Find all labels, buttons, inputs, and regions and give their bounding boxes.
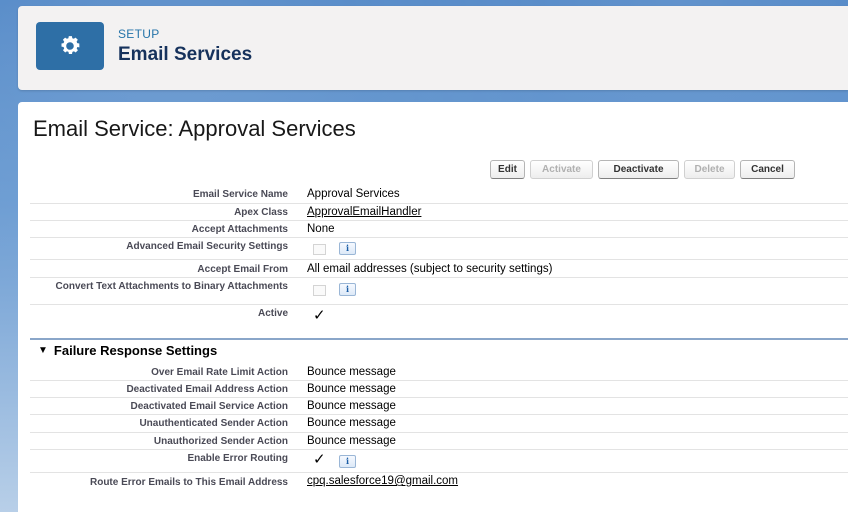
detail-panel: Email Service: Approval Services Edit Ac…: [18, 102, 848, 512]
failure-section-header[interactable]: ▼ Failure Response Settings: [38, 343, 217, 358]
row-unauthorized-sender: Unauthorized Sender Action Bounce messag…: [30, 433, 848, 450]
apex-class-link[interactable]: ApprovalEmailHandler: [307, 206, 421, 218]
route-error-email-link[interactable]: cpq.salesforce19@gmail.com: [307, 475, 458, 487]
row-deactivated-service: Deactivated Email Service Action Bounce …: [30, 398, 848, 415]
setup-label: SETUP: [118, 27, 160, 41]
button-bar: Edit Activate Deactivate Delete Cancel: [490, 160, 795, 179]
row-active: Active ✓: [30, 305, 848, 327]
field-label: Active: [257, 308, 288, 319]
field-value: All email addresses (subject to security…: [307, 263, 553, 275]
field-label: Deactivated Email Address Action: [126, 384, 288, 395]
field-value: Bounce message: [307, 366, 396, 378]
field-label: Unauthenticated Sender Action: [139, 418, 288, 429]
email-services-header-icon: [36, 22, 104, 70]
setup-header: SETUP Email Services: [18, 6, 848, 90]
field-label: Route Error Emails to This Email Address: [89, 477, 288, 488]
field-value: Bounce message: [307, 383, 396, 395]
field-label: Accept Email From: [197, 264, 288, 275]
advanced-security-checkbox: [313, 244, 326, 255]
info-icon[interactable]: i: [339, 455, 356, 468]
row-deactivated-address: Deactivated Email Address Action Bounce …: [30, 381, 848, 398]
field-label: Advanced Email Security Settings: [126, 241, 288, 252]
convert-text-checkbox: [313, 285, 326, 296]
field-label: Convert Text Attachments to Binary Attac…: [55, 281, 288, 292]
field-label: Email Service Name: [192, 189, 288, 200]
row-over-rate-limit: Over Email Rate Limit Action Bounce mess…: [30, 364, 848, 381]
field-value: Bounce message: [307, 435, 396, 447]
delete-button[interactable]: Delete: [684, 160, 735, 179]
deactivate-button[interactable]: Deactivate: [598, 160, 679, 179]
row-apex-class: Apex Class ApprovalEmailHandler: [30, 204, 848, 221]
gear-icon: [61, 36, 80, 54]
edit-button[interactable]: Edit: [490, 160, 525, 179]
section-divider: [30, 338, 848, 340]
field-value: Bounce message: [307, 417, 396, 429]
field-value: Approval Services: [307, 188, 400, 200]
error-routing-checkmark-icon: ✓: [313, 451, 326, 468]
collapse-triangle-icon[interactable]: ▼: [38, 345, 48, 356]
active-checkmark-icon: ✓: [313, 307, 326, 324]
field-value: Bounce message: [307, 400, 396, 412]
row-accept-email-from: Accept Email From All email addresses (s…: [30, 260, 848, 278]
field-label: Deactivated Email Service Action: [130, 401, 288, 412]
field-label: Apex Class: [234, 207, 288, 218]
row-route-error-emails: Route Error Emails to This Email Address…: [30, 473, 848, 500]
info-icon[interactable]: i: [339, 283, 356, 296]
row-enable-error-routing: Enable Error Routing ✓ i: [30, 450, 848, 473]
row-email-service-name: Email Service Name Approval Services: [30, 186, 848, 204]
activate-button[interactable]: Activate: [530, 160, 593, 179]
field-label: Enable Error Routing: [187, 453, 288, 464]
row-unauthenticated-sender: Unauthenticated Sender Action Bounce mes…: [30, 415, 848, 433]
field-label: Unauthorized Sender Action: [153, 436, 288, 447]
field-label: Accept Attachments: [191, 224, 288, 235]
field-value: None: [307, 223, 335, 235]
field-label: Over Email Rate Limit Action: [151, 367, 288, 378]
row-advanced-security: Advanced Email Security Settings i: [30, 238, 848, 260]
row-accept-attachments: Accept Attachments None: [30, 221, 848, 238]
info-icon[interactable]: i: [339, 242, 356, 255]
page-title: Email Service: Approval Services: [33, 116, 356, 141]
cancel-button[interactable]: Cancel: [740, 160, 795, 179]
section-title: Failure Response Settings: [53, 343, 218, 358]
row-convert-text-attachments: Convert Text Attachments to Binary Attac…: [30, 278, 848, 305]
page-header-title: Email Services: [118, 44, 253, 65]
